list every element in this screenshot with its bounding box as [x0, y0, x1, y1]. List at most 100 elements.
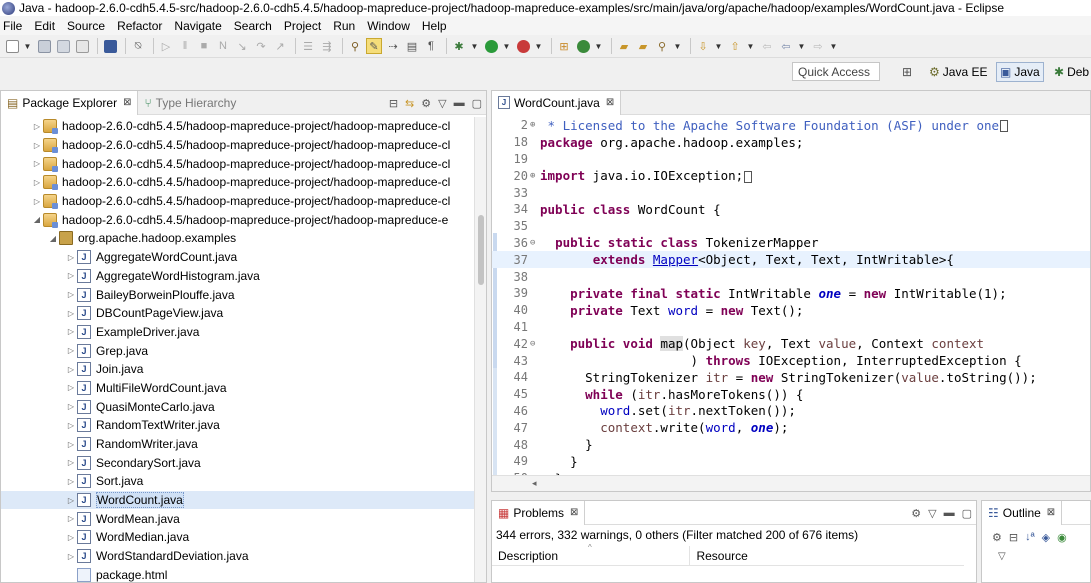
collapsed-arrow-icon[interactable]: ▷ [65, 271, 77, 280]
view-menu-icon[interactable]: ▽ [438, 97, 446, 110]
expand-fold-icon[interactable]: ⊕ [530, 120, 540, 130]
close-icon[interactable]: ⊠ [1047, 507, 1055, 518]
collapsed-arrow-icon[interactable]: ▷ [65, 477, 77, 486]
expand-fold-icon[interactable]: ⊕ [530, 171, 540, 181]
column-description[interactable]: ^ Description [492, 543, 691, 565]
collapsed-arrow-icon[interactable]: ▷ [65, 552, 77, 561]
tree-item-file[interactable]: ▷ J AggregateWordCount.java [1, 248, 474, 267]
collapsed-arrow-icon[interactable]: ▷ [65, 327, 77, 336]
step-into-icon[interactable]: ↘ [234, 38, 250, 54]
use-step-filters-icon[interactable]: ☰ [300, 38, 316, 54]
collapsed-arrow-icon[interactable]: ▷ [65, 533, 77, 542]
last-edit-location-icon[interactable]: ⇦ [759, 38, 775, 54]
tree-item-file[interactable]: ▷ J Sort.java [1, 472, 474, 491]
hide-static-icon[interactable]: ◉ [1057, 531, 1067, 544]
tree-item-file[interactable]: ▷ J AggregateWordHistogram.java [1, 267, 474, 286]
collapse-all-icon[interactable]: ⊟ [1009, 531, 1018, 544]
collapsed-arrow-icon[interactable]: ▷ [31, 197, 43, 206]
tree-item-project[interactable]: ▷ hadoop-2.6.0-cdh5.4.5/hadoop-mapreduce-… [1, 136, 474, 155]
tree-item-file[interactable]: ▷ J SecondarySort.java [1, 453, 474, 472]
search-icon[interactable]: ⚲ [654, 38, 670, 54]
maximize-icon[interactable]: ▢ [962, 507, 972, 520]
open-perspective-button[interactable]: ⊞ [899, 62, 915, 82]
tree-item-file[interactable]: ▷ J WordMean.java [1, 509, 474, 528]
collapsed-arrow-icon[interactable]: ▷ [65, 458, 77, 467]
filter-icon[interactable]: ⚙ [911, 507, 921, 520]
filter-icon[interactable]: ⚙ [421, 97, 431, 110]
collapsed-arrow-icon[interactable]: ▷ [65, 309, 77, 318]
minimize-icon[interactable]: ▬ [454, 97, 465, 109]
toggle-breadcrumb-icon[interactable]: ⇢ [385, 38, 401, 54]
search-dropdown-icon[interactable]: ▼ [673, 38, 682, 54]
new-java-project-icon[interactable]: ⊞ [556, 38, 572, 54]
collapsed-arrow-icon[interactable]: ▷ [31, 178, 43, 187]
close-icon[interactable]: ⊠ [570, 507, 578, 518]
folded-content-icon[interactable] [1000, 120, 1009, 133]
menu-run[interactable]: Run [333, 19, 355, 33]
explorer-scrollbar[interactable] [474, 117, 486, 582]
menu-project[interactable]: Project [284, 19, 321, 33]
toggle-mark-occurrences-icon[interactable]: ✎ [366, 38, 382, 54]
menu-source[interactable]: Source [67, 19, 105, 33]
menu-search[interactable]: Search [234, 19, 272, 33]
collapsed-arrow-icon[interactable]: ▷ [31, 122, 43, 131]
skip-breakpoints-icon[interactable]: ⍉ [130, 38, 146, 54]
step-return-icon[interactable]: ↗ [272, 38, 288, 54]
new-class-dropdown-icon[interactable]: ▼ [594, 38, 603, 54]
tree-item-project[interactable]: ▷ hadoop-2.6.0-cdh5.4.5/hadoop-mapreduce-… [1, 192, 474, 211]
debug-dropdown-icon[interactable]: ▼ [470, 38, 479, 54]
scrollbar-thumb[interactable] [478, 215, 484, 285]
close-icon[interactable]: ⊠ [606, 97, 614, 108]
minimize-icon[interactable]: ▬ [944, 507, 955, 519]
tree-item-file[interactable]: ▷ J MultiFileWordCount.java [1, 379, 474, 398]
collapsed-arrow-icon[interactable]: ▷ [31, 141, 43, 150]
collapsed-arrow-icon[interactable]: ▷ [65, 421, 77, 430]
collapse-fold-icon[interactable]: ⊖ [530, 238, 540, 248]
menu-refactor[interactable]: Refactor [117, 19, 162, 33]
collapsed-arrow-icon[interactable]: ▷ [65, 514, 77, 523]
tree-item-file[interactable]: ▷ J WordStandardDeviation.java [1, 547, 474, 566]
menu-navigate[interactable]: Navigate [174, 19, 221, 33]
terminal-icon[interactable] [102, 38, 118, 54]
external-tools-dropdown-icon[interactable]: ▼ [534, 38, 543, 54]
tab-problems[interactable]: ▦ Problems ⊠ [492, 500, 586, 525]
collapsed-arrow-icon[interactable]: ▷ [65, 440, 77, 449]
resume-icon[interactable]: ▷ [158, 38, 174, 54]
hide-fields-icon[interactable]: ◈ [1042, 531, 1050, 544]
tree-item-project[interactable]: ▷ hadoop-2.6.0-cdh5.4.5/hadoop-mapreduce-… [1, 154, 474, 173]
previous-annotation-icon[interactable]: ⇧ [727, 38, 743, 54]
collapsed-arrow-icon[interactable]: ▷ [31, 159, 43, 168]
collapsed-arrow-icon[interactable]: ▷ [65, 253, 77, 262]
collapsed-arrow-icon[interactable]: ▷ [65, 383, 77, 392]
tree-item-file[interactable]: ▷ J ExampleDriver.java [1, 323, 474, 342]
code-editor[interactable]: 2 ⊕ * Licensed to the Apache Software Fou… [492, 116, 1090, 475]
debug-icon[interactable]: ✱ [451, 38, 467, 54]
run-icon[interactable] [483, 38, 499, 54]
open-type-icon[interactable]: ▰ [616, 38, 632, 54]
tree-item-file[interactable]: ▷ J RandomWriter.java [1, 435, 474, 454]
tree-item-project[interactable]: ▷ hadoop-2.6.0-cdh5.4.5/hadoop-mapreduce-… [1, 173, 474, 192]
step-over-icon[interactable]: ↷ [253, 38, 269, 54]
tree-item-file[interactable]: ▷ J WordMedian.java [1, 528, 474, 547]
forward-icon[interactable]: ⇨ [810, 38, 826, 54]
tab-package-explorer[interactable]: ▤ Package Explorer ⊠ [1, 90, 139, 115]
perspective-java-ee[interactable]: ⚙ Java EE [926, 62, 990, 82]
tree-item-file[interactable]: ▷ J WordCount.java [1, 490, 474, 510]
new-icon[interactable] [4, 38, 20, 54]
forward-dropdown-icon[interactable]: ▼ [829, 38, 838, 54]
tree-item-file[interactable]: ▷ J Join.java [1, 360, 474, 379]
show-whitespace-icon[interactable]: ▤ [404, 38, 420, 54]
collapse-all-icon[interactable]: ⊟ [389, 97, 398, 110]
view-menu-icon[interactable]: ▽ [998, 551, 1006, 562]
save-all-icon[interactable] [55, 38, 71, 54]
tree-item-project[interactable]: ◢ hadoop-2.6.0-cdh5.4.5/hadoop-mapreduce-… [1, 210, 474, 229]
collapsed-arrow-icon[interactable]: ▷ [65, 346, 77, 355]
expanded-arrow-icon[interactable]: ◢ [47, 234, 59, 243]
open-task-icon[interactable]: ▰ [635, 38, 651, 54]
paragraph-icon[interactable]: ¶ [423, 38, 439, 54]
perspective-debug[interactable]: ✱ Deb [1051, 62, 1091, 82]
collapsed-arrow-icon[interactable]: ▷ [65, 365, 77, 374]
tab-wordcount-java[interactable]: J WordCount.java ⊠ [492, 90, 622, 115]
terminate-icon[interactable]: ■ [196, 38, 212, 54]
next-annotation-dropdown-icon[interactable]: ▼ [714, 38, 723, 54]
